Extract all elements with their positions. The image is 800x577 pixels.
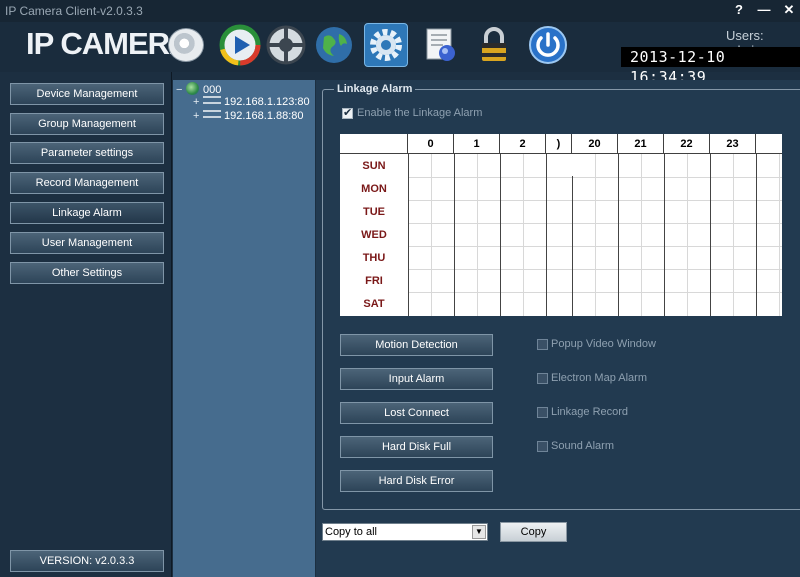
grid-col-line: [408, 154, 409, 316]
alarm-schedule-grid[interactable]: 0 1 2 ) 20 21 22 23 SUN MON TUE WED THU …: [340, 134, 782, 316]
copy-target-select[interactable]: Copy to all ▼: [322, 523, 488, 541]
copy-target-value: Copy to all: [325, 526, 377, 538]
camera-device-icon: [203, 96, 221, 104]
grid-col-line: [733, 154, 734, 316]
copy-button[interactable]: Copy: [500, 522, 567, 542]
grid-col-line: [454, 154, 455, 316]
grid-col-line: [546, 154, 547, 316]
hard-disk-error-button[interactable]: Hard Disk Error: [340, 470, 493, 492]
hour-header: 2: [500, 134, 546, 154]
settings-gear-icon[interactable]: [364, 23, 408, 67]
nav-linkage-alarm[interactable]: Linkage Alarm: [10, 202, 164, 224]
nav-device-management[interactable]: Device Management: [10, 83, 164, 105]
hour-header: 23: [710, 134, 756, 154]
nav-parameter-settings[interactable]: Parameter settings: [10, 142, 164, 164]
nav-user-management[interactable]: User Management: [10, 232, 164, 254]
day-label: MON: [361, 183, 387, 195]
grid-col-line: [431, 154, 432, 316]
grid-col-line: [710, 154, 711, 316]
window-title: IP Camera Client-v2.0.3.3: [5, 4, 143, 18]
play-icon[interactable]: [218, 23, 262, 67]
grid-header-filler: [756, 134, 782, 154]
datetime-display: 2013-12-10 16:34:39: [621, 47, 800, 86]
globe-icon: [186, 82, 199, 95]
grid-col-line: [523, 154, 524, 316]
device-tree: − 000 +192.168.1.123:80 +192.168.1.88:80: [173, 80, 315, 577]
hour-header: 21: [618, 134, 664, 154]
hour-header: ): [546, 134, 572, 154]
tree-collapse-toggle[interactable]: −: [176, 84, 186, 96]
tree-device-label: 192.168.1.123:80: [224, 96, 310, 108]
grid-col-line: [477, 154, 478, 316]
day-label: SUN: [362, 160, 386, 172]
camera-device-icon: [203, 110, 221, 118]
nav-record-management[interactable]: Record Management: [10, 172, 164, 194]
camera-logo-icon: [168, 28, 204, 62]
grid-col-line: [595, 154, 596, 316]
minimize-button[interactable]: —: [753, 1, 775, 19]
enable-linkage-checkbox[interactable]: [342, 106, 353, 119]
sound-alarm-checkbox[interactable]: [537, 441, 548, 452]
electron-map-checkbox[interactable]: [537, 373, 548, 384]
grid-col-line: [687, 154, 688, 316]
settings-nav-panel: Device Management Group Management Param…: [0, 72, 172, 577]
grid-col-line: [500, 154, 501, 316]
motion-detection-button[interactable]: Motion Detection: [340, 334, 493, 356]
globe-map-icon[interactable]: [312, 23, 356, 67]
power-icon[interactable]: [526, 23, 570, 67]
lost-connect-button[interactable]: Lost Connect: [340, 402, 493, 424]
grid-col-line: [664, 154, 665, 316]
nav-other-settings[interactable]: Other Settings: [10, 262, 164, 284]
tree-device-node[interactable]: +192.168.1.88:80: [193, 110, 304, 122]
input-alarm-button[interactable]: Input Alarm: [340, 368, 493, 390]
close-button[interactable]: ✕: [778, 1, 800, 19]
day-label: TUE: [363, 206, 385, 218]
enable-linkage-label: Enable the Linkage Alarm: [357, 107, 483, 119]
log-document-icon[interactable]: [418, 23, 462, 67]
hour-header: 1: [454, 134, 500, 154]
popup-video-label: Popup Video Window: [551, 338, 656, 350]
electron-map-label: Electron Map Alarm: [551, 372, 647, 384]
app-logo: IP CAMERA: [26, 26, 191, 61]
group-title: Linkage Alarm: [334, 83, 416, 95]
hour-header: 22: [664, 134, 710, 154]
day-label: FRI: [365, 275, 383, 287]
tree-device-node[interactable]: +192.168.1.123:80: [193, 96, 310, 108]
day-label: THU: [362, 252, 386, 264]
nav-group-management[interactable]: Group Management: [10, 113, 164, 135]
hour-header: 0: [408, 134, 454, 154]
grid-corner: [340, 134, 408, 154]
tree-root-node[interactable]: − 000: [176, 82, 221, 96]
hour-header: 20: [572, 134, 618, 154]
ptz-control-icon[interactable]: [264, 23, 308, 67]
hard-disk-full-button[interactable]: Hard Disk Full: [340, 436, 493, 458]
grid-col-line: [756, 154, 757, 316]
grid-col-line: [779, 154, 780, 316]
tree-expand-toggle[interactable]: +: [193, 96, 203, 108]
grid-col-line: [618, 154, 619, 316]
tree-root-label: 000: [203, 84, 222, 96]
day-label: SAT: [363, 298, 385, 310]
popup-video-checkbox[interactable]: [537, 339, 548, 350]
tree-expand-toggle[interactable]: +: [193, 110, 203, 122]
title-bar: IP Camera Client-v2.0.3.3 ? — ✕: [0, 0, 800, 22]
help-button[interactable]: ?: [728, 1, 750, 19]
linkage-record-checkbox[interactable]: [537, 407, 548, 418]
grid-col-line: [641, 154, 642, 316]
sound-alarm-label: Sound Alarm: [551, 440, 614, 452]
lock-icon[interactable]: [472, 23, 516, 67]
tree-device-label: 192.168.1.88:80: [224, 110, 304, 122]
dropdown-arrow-icon[interactable]: ▼: [472, 525, 486, 539]
day-label: WED: [361, 229, 387, 241]
version-label: VERSION: v2.0.3.3: [10, 550, 164, 572]
grid-col-line: [572, 176, 573, 316]
linkage-record-label: Linkage Record: [551, 406, 629, 418]
